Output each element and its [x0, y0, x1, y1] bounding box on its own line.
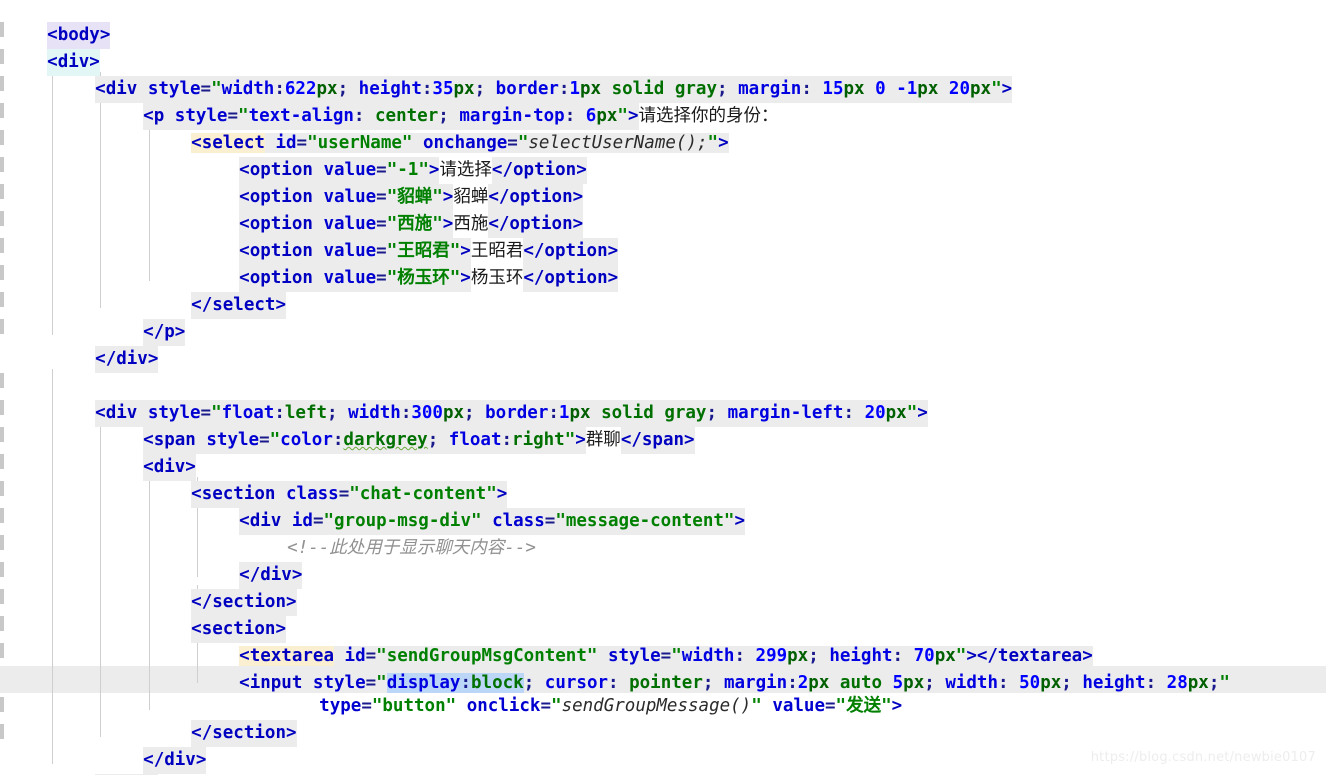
gutter-change-tick	[0, 697, 4, 712]
gutter-change-tick	[0, 427, 4, 442]
code-line-option[interactable]: <option value="-1">请选择</option>	[197, 130, 1326, 185]
gutter-change-tick	[0, 76, 4, 91]
code-line-option[interactable]: <option value="杨玉环">杨玉环</option>	[197, 238, 1326, 293]
code-line-select-open[interactable]: <select id="userName" onchange="selectUs…	[149, 103, 1326, 154]
code-line-option[interactable]: <option value="西施">西施</option>	[197, 184, 1326, 239]
gutter-change-tick	[0, 400, 4, 415]
gutter-change-tick	[0, 265, 4, 280]
gutter-change-tick	[0, 22, 4, 37]
code-line-section-open[interactable]: <section>	[149, 589, 1326, 644]
gutter-change-tick	[0, 508, 4, 523]
gutter-change-tick	[0, 589, 4, 604]
token-run: </div>	[95, 346, 159, 374]
code-editor[interactable]: <body> <div> <div style="width:622px; he…	[0, 0, 1326, 775]
code-line-div-close[interactable]: </div>	[53, 319, 1326, 374]
code-line-inner-div-open[interactable]: <div>	[101, 427, 1326, 482]
code-line-group-msg-div[interactable]: <div id="group-msg-div" class="message-c…	[197, 481, 1326, 536]
code-line-section-close-2[interactable]: </section>	[149, 693, 1326, 748]
gutter-change-tick	[0, 292, 4, 307]
code-line-option[interactable]: <option value="貂蝉">貂蝉</option>	[197, 157, 1326, 212]
gutter-change-tick	[0, 49, 4, 64]
gutter-change-tick	[0, 724, 4, 739]
code-line-p-close[interactable]: </p>	[101, 292, 1326, 347]
code-line-body-open[interactable]: <body>	[5, 0, 1326, 50]
code-line-select-wrapper-div[interactable]: <div style="width:622px; height:35px; bo…	[53, 49, 1326, 104]
code-line-section-chat-content[interactable]: <section class="chat-content">	[149, 454, 1326, 509]
code-line-div-open[interactable]: <div>	[5, 22, 1326, 77]
gutter-change-tick	[0, 373, 4, 388]
gutter-change-tick	[0, 184, 4, 199]
gutter-change-tick	[0, 535, 4, 550]
gutter-change-tick	[0, 130, 4, 145]
gutter-change-tick	[0, 211, 4, 226]
code-line-chat-wrapper-div[interactable]: <div style="float:left; width:300px; bor…	[53, 373, 1326, 428]
gutter-change-tick	[0, 562, 4, 577]
code-line-comment[interactable]: <!--此处用于显示聊天内容-->	[245, 508, 1326, 558]
gutter-change-tick	[0, 238, 4, 253]
gutter-change-tick	[0, 616, 4, 631]
code-line-section-close[interactable]: </section>	[149, 562, 1326, 617]
gutter-change-tick	[0, 319, 4, 334]
code-line-span-group-chat[interactable]: <span style="color:darkgrey; float:right…	[101, 400, 1326, 455]
gutter-change-tick	[0, 103, 4, 118]
watermark-url: https://blog.csdn.net/newbie0107	[1090, 749, 1316, 765]
gutter-change-tick	[0, 454, 4, 469]
code-line-textarea[interactable]: <textarea id="sendGroupMsgContent" style…	[197, 616, 1326, 667]
gutter-change-tick	[0, 157, 4, 172]
gutter-change-tick	[0, 643, 4, 658]
code-line-input-continuation[interactable]: type="button" onclick="sendGroupMessage(…	[277, 666, 1326, 716]
gutter-change-tick	[0, 481, 4, 496]
code-line-option[interactable]: <option value="王昭君">王昭君</option>	[197, 211, 1326, 266]
code-line-group-msg-div-close[interactable]: </div>	[197, 535, 1326, 590]
code-line-select-close[interactable]: </select>	[149, 265, 1326, 320]
code-line-p-open[interactable]: <p style="text-align: center; margin-top…	[101, 76, 1326, 131]
